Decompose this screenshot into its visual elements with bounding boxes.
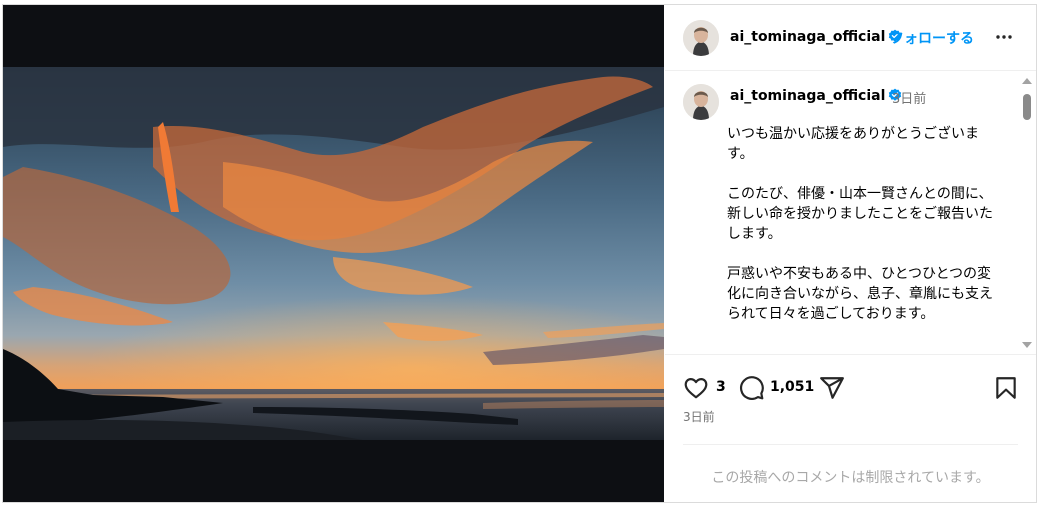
scroll-down-arrow-icon[interactable]: [1022, 342, 1032, 348]
header-username[interactable]: ai_tominaga_official: [730, 29, 902, 45]
post-timestamp[interactable]: 3日前: [683, 408, 715, 425]
post-header: ai_tominaga_official フォローする: [665, 5, 1036, 71]
scrollbar-thumb[interactable]: [1023, 94, 1031, 120]
heart-icon[interactable]: [683, 375, 709, 401]
bookmark-icon[interactable]: [993, 375, 1019, 401]
divider: [683, 444, 1018, 445]
post-photo[interactable]: [3, 67, 664, 440]
caption-time[interactable]: 3日前: [892, 88, 926, 107]
caption-avatar[interactable]: [683, 84, 719, 120]
avatar[interactable]: [683, 20, 719, 56]
post-actions: 3 1,051 3日前 この投稿へのコメントは制限されています。: [665, 354, 1036, 502]
caption-username-text[interactable]: ai_tominaga_official: [730, 88, 885, 104]
follow-button[interactable]: フォローする: [890, 28, 974, 48]
caption-scrollbar[interactable]: [1020, 72, 1034, 354]
caption-username[interactable]: ai_tominaga_official: [730, 88, 902, 104]
caption-text: いつも温かい応援をありがとうございます。 このたび、俳優・山本一賢さんとの間に、…: [727, 126, 993, 322]
post-side-panel: ai_tominaga_official フォローする ai_tominaga_…: [665, 5, 1036, 502]
more-options-icon[interactable]: [992, 25, 1016, 49]
scroll-up-arrow-icon[interactable]: [1022, 78, 1032, 84]
comment-count[interactable]: 1,051: [770, 379, 814, 395]
caption-area[interactable]: ai_tominaga_official 3日前 いつも温かい応援をありがとうご…: [665, 72, 1036, 354]
media-pane: [3, 5, 664, 502]
share-icon[interactable]: [819, 375, 845, 401]
comment-icon[interactable]: [739, 375, 765, 401]
header-username-text[interactable]: ai_tominaga_official: [730, 29, 885, 45]
like-count[interactable]: 3: [716, 379, 726, 395]
comments-restricted-notice: この投稿へのコメントは制限されています。: [711, 470, 990, 486]
